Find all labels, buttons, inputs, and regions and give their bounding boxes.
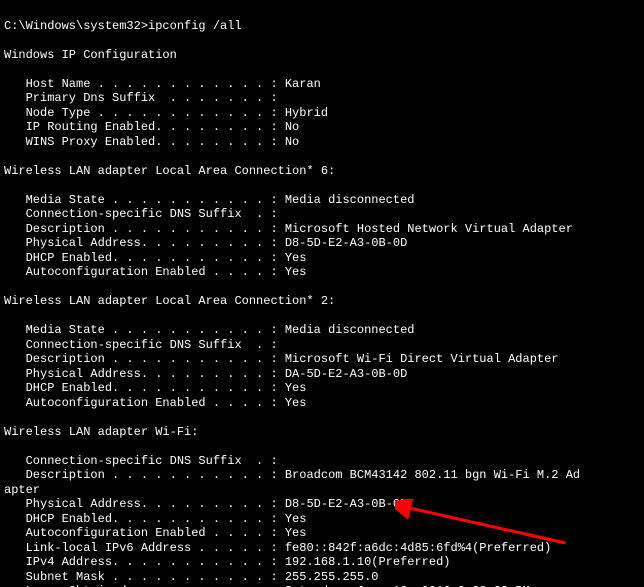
label: Link-local IPv6 Address . . . . . : — [4, 541, 285, 555]
value: Yes — [285, 512, 307, 526]
a2-autoconfig-row: Autoconfiguration Enabled . . . . : Yes — [4, 396, 306, 410]
a6-physical-address-row: Physical Address. . . . . . . . . : D8-5… — [4, 236, 407, 250]
w-dhcp-enabled-row: DHCP Enabled. . . . . . . . . . . : Yes — [4, 512, 306, 526]
value: Yes — [285, 251, 307, 265]
w-subnet-mask-row: Subnet Mask . . . . . . . . . . . : 255.… — [4, 570, 378, 584]
terminal-output: C:\Windows\system32>ipconfig /all Window… — [0, 0, 644, 587]
label: Media State . . . . . . . . . . . : — [4, 323, 285, 337]
label: Media State . . . . . . . . . . . : — [4, 193, 285, 207]
label: Physical Address. . . . . . . . . : — [4, 236, 285, 250]
section-title: Windows IP Configuration — [4, 48, 177, 62]
a2-description-row: Description . . . . . . . . . . . : Micr… — [4, 352, 559, 366]
label: Subnet Mask . . . . . . . . . . . : — [4, 570, 285, 584]
label: Autoconfiguration Enabled . . . . : — [4, 265, 285, 279]
a6-autoconfig-row: Autoconfiguration Enabled . . . . : Yes — [4, 265, 306, 279]
a6-description-row: Description . . . . . . . . . . . : Micr… — [4, 222, 573, 236]
w-linklocal-ipv6-row: Link-local IPv6 Address . . . . . : fe80… — [4, 541, 551, 555]
value: No — [285, 135, 299, 149]
a6-media-state-row: Media State . . . . . . . . . . . : Medi… — [4, 193, 414, 207]
value: Microsoft Wi-Fi Direct Virtual Adapter — [285, 352, 559, 366]
node-type-row: Node Type . . . . . . . . . . . . : Hybr… — [4, 106, 328, 120]
label: IP Routing Enabled. . . . . . . . : — [4, 120, 285, 134]
label: Physical Address. . . . . . . . . : — [4, 367, 285, 381]
label: Autoconfiguration Enabled . . . . : — [4, 396, 285, 410]
label: Node Type . . . . . . . . . . . . : — [4, 106, 285, 120]
label: DHCP Enabled. . . . . . . . . . . : — [4, 381, 285, 395]
value: 192.168.1.10(Preferred) — [285, 555, 451, 569]
label: IPv4 Address. . . . . . . . . . . : — [4, 555, 285, 569]
value: Broadcom BCM43142 802.11 bgn Wi-Fi M.2 A… — [285, 468, 580, 482]
label: Description . . . . . . . . . . . : — [4, 222, 285, 236]
value: 255.255.255.0 — [285, 570, 379, 584]
value: No — [285, 120, 299, 134]
wins-proxy-row: WINS Proxy Enabled. . . . . . . . : No — [4, 135, 299, 149]
wifi-title: Wireless LAN adapter Wi-Fi: — [4, 425, 198, 439]
value: DA-5D-E2-A3-0B-0D — [285, 367, 407, 381]
value: fe80::842f:a6dc:4d85:6fd%4(Preferred) — [285, 541, 551, 555]
adapter2-title: Wireless LAN adapter Local Area Connecti… — [4, 294, 335, 308]
value: Yes — [285, 381, 307, 395]
a2-physical-address-row: Physical Address. . . . . . . . . : DA-5… — [4, 367, 407, 381]
label: DHCP Enabled. . . . . . . . . . . : — [4, 251, 285, 265]
label: DHCP Enabled. . . . . . . . . . . : — [4, 512, 285, 526]
value: D8-5D-E2-A3-0B-0D — [285, 497, 407, 511]
w-description-row: Description . . . . . . . . . . . : Broa… — [4, 468, 580, 482]
value: Yes — [285, 526, 307, 540]
a6-dhcp-enabled-row: DHCP Enabled. . . . . . . . . . . : Yes — [4, 251, 306, 265]
hostname-row: Host Name . . . . . . . . . . . . : Kara… — [4, 77, 321, 91]
label: Host Name . . . . . . . . . . . . : — [4, 77, 285, 91]
value: Media disconnected — [285, 193, 415, 207]
value: Karan — [285, 77, 321, 91]
value: Microsoft Hosted Network Virtual Adapter — [285, 222, 573, 236]
w-conn-suffix-row: Connection-specific DNS Suffix . : — [4, 454, 278, 468]
value: Media disconnected — [285, 323, 415, 337]
a6-conn-suffix-row: Connection-specific DNS Suffix . : — [4, 207, 278, 221]
a2-media-state-row: Media State . . . . . . . . . . . : Medi… — [4, 323, 414, 337]
a2-dhcp-enabled-row: DHCP Enabled. . . . . . . . . . . : Yes — [4, 381, 306, 395]
w-ipv4-row: IPv4 Address. . . . . . . . . . . : 192.… — [4, 555, 451, 569]
a2-conn-suffix-row: Connection-specific DNS Suffix . : — [4, 338, 278, 352]
adapter6-title: Wireless LAN adapter Local Area Connecti… — [4, 164, 335, 178]
value: Yes — [285, 265, 307, 279]
value: Yes — [285, 396, 307, 410]
primary-dns-suffix-row: Primary Dns Suffix . . . . . . . : — [4, 91, 278, 105]
w-autoconfig-row: Autoconfiguration Enabled . . . . : Yes — [4, 526, 306, 540]
label: WINS Proxy Enabled. . . . . . . . : — [4, 135, 285, 149]
value: D8-5D-E2-A3-0B-0D — [285, 236, 407, 250]
label: Autoconfiguration Enabled . . . . : — [4, 526, 285, 540]
value: Hybrid — [285, 106, 328, 120]
label: Description . . . . . . . . . . . : — [4, 468, 285, 482]
w-physical-address-row: Physical Address. . . . . . . . . : D8-5… — [4, 497, 407, 511]
ip-routing-row: IP Routing Enabled. . . . . . . . : No — [4, 120, 299, 134]
label: Description . . . . . . . . . . . : — [4, 352, 285, 366]
w-description-wrap: apter — [4, 483, 40, 497]
command-prompt: C:\Windows\system32>ipconfig /all — [4, 19, 242, 33]
label: Physical Address. . . . . . . . . : — [4, 497, 285, 511]
